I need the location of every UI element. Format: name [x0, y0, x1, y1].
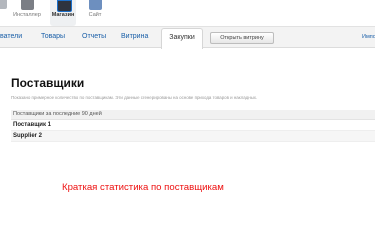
tab-storefront[interactable]: Витрина	[121, 27, 148, 47]
tab-purchases[interactable]: Закупки	[161, 28, 203, 49]
supplier-row-2[interactable]: Supplier 2	[11, 131, 375, 142]
app-site-button[interactable]: Сайт	[84, 0, 106, 26]
annotation-text: Краткая статистика по поставщикам	[62, 182, 224, 193]
store-icon	[57, 0, 72, 12]
tab-orders[interactable]: Отчеты	[82, 27, 106, 47]
open-storefront-button[interactable]: Открыть витрину	[210, 32, 274, 44]
table-header: Поставщики за последние 90 дней	[11, 110, 375, 120]
supplier-row-1[interactable]: Поставщик 1	[11, 120, 375, 131]
page-description: Показано примерное количество по поставщ…	[11, 95, 258, 100]
tab-products[interactable]: Товары	[41, 27, 65, 47]
main-navigation: ватели Товары Отчеты Витрина Закупки Отк…	[0, 26, 375, 49]
app-site-label: Сайт	[88, 12, 102, 18]
import-link[interactable]: Импо	[362, 27, 375, 47]
installer-icon	[21, 0, 34, 10]
site-icon	[89, 0, 102, 10]
page-title: Поставщики	[11, 76, 85, 90]
app-installer-button[interactable]: Инсталлер	[12, 0, 42, 26]
page: Инсталлер Магазин Сайт ватели Товары Отч…	[0, 0, 375, 250]
app-store-label: Магазин	[51, 12, 75, 18]
app-store-button[interactable]: Магазин	[50, 0, 76, 26]
suppliers-table: Поставщики за последние 90 дней Поставщи…	[11, 110, 375, 142]
app-installer-label: Инсталлер	[13, 12, 41, 18]
tab-buyers[interactable]: ватели	[0, 27, 22, 47]
app-bar: Инсталлер Магазин Сайт	[0, 0, 375, 26]
app-icon-partial[interactable]	[0, 0, 7, 9]
